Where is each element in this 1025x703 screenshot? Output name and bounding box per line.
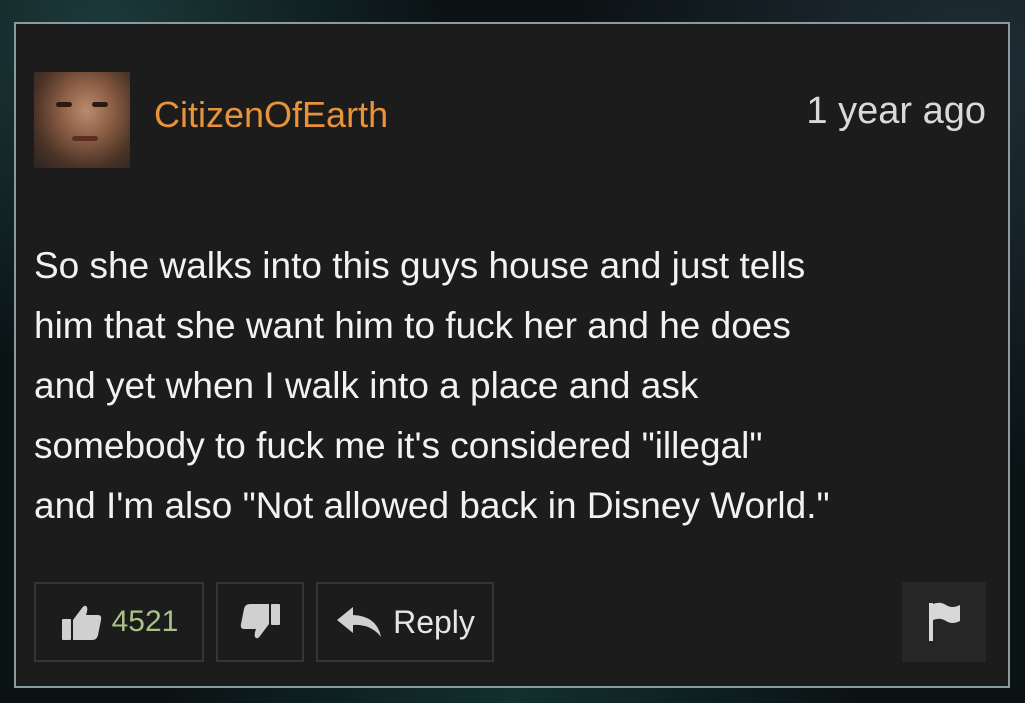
- flag-icon: [926, 601, 962, 643]
- timestamp: 1 year ago: [806, 90, 986, 132]
- flag-button[interactable]: [902, 582, 986, 662]
- avatar-eye: [92, 102, 108, 107]
- reply-arrow-icon: [335, 605, 383, 639]
- comment-card: CitizenOfEarth 1 year ago So she walks i…: [14, 22, 1010, 688]
- avatar-eye: [56, 102, 72, 107]
- avatar[interactable]: [34, 72, 130, 168]
- dislike-button[interactable]: [216, 582, 304, 662]
- like-button[interactable]: 4521: [34, 582, 204, 662]
- reply-button[interactable]: Reply: [316, 582, 494, 662]
- username[interactable]: CitizenOfEarth: [154, 94, 388, 136]
- comment-text: So she walks into this guys house and ju…: [34, 245, 830, 526]
- reply-label: Reply: [393, 603, 475, 640]
- like-count: 4521: [111, 605, 179, 638]
- thumbs-down-icon: [238, 602, 282, 642]
- avatar-mouth: [72, 136, 98, 141]
- thumbs-up-icon: [60, 602, 104, 642]
